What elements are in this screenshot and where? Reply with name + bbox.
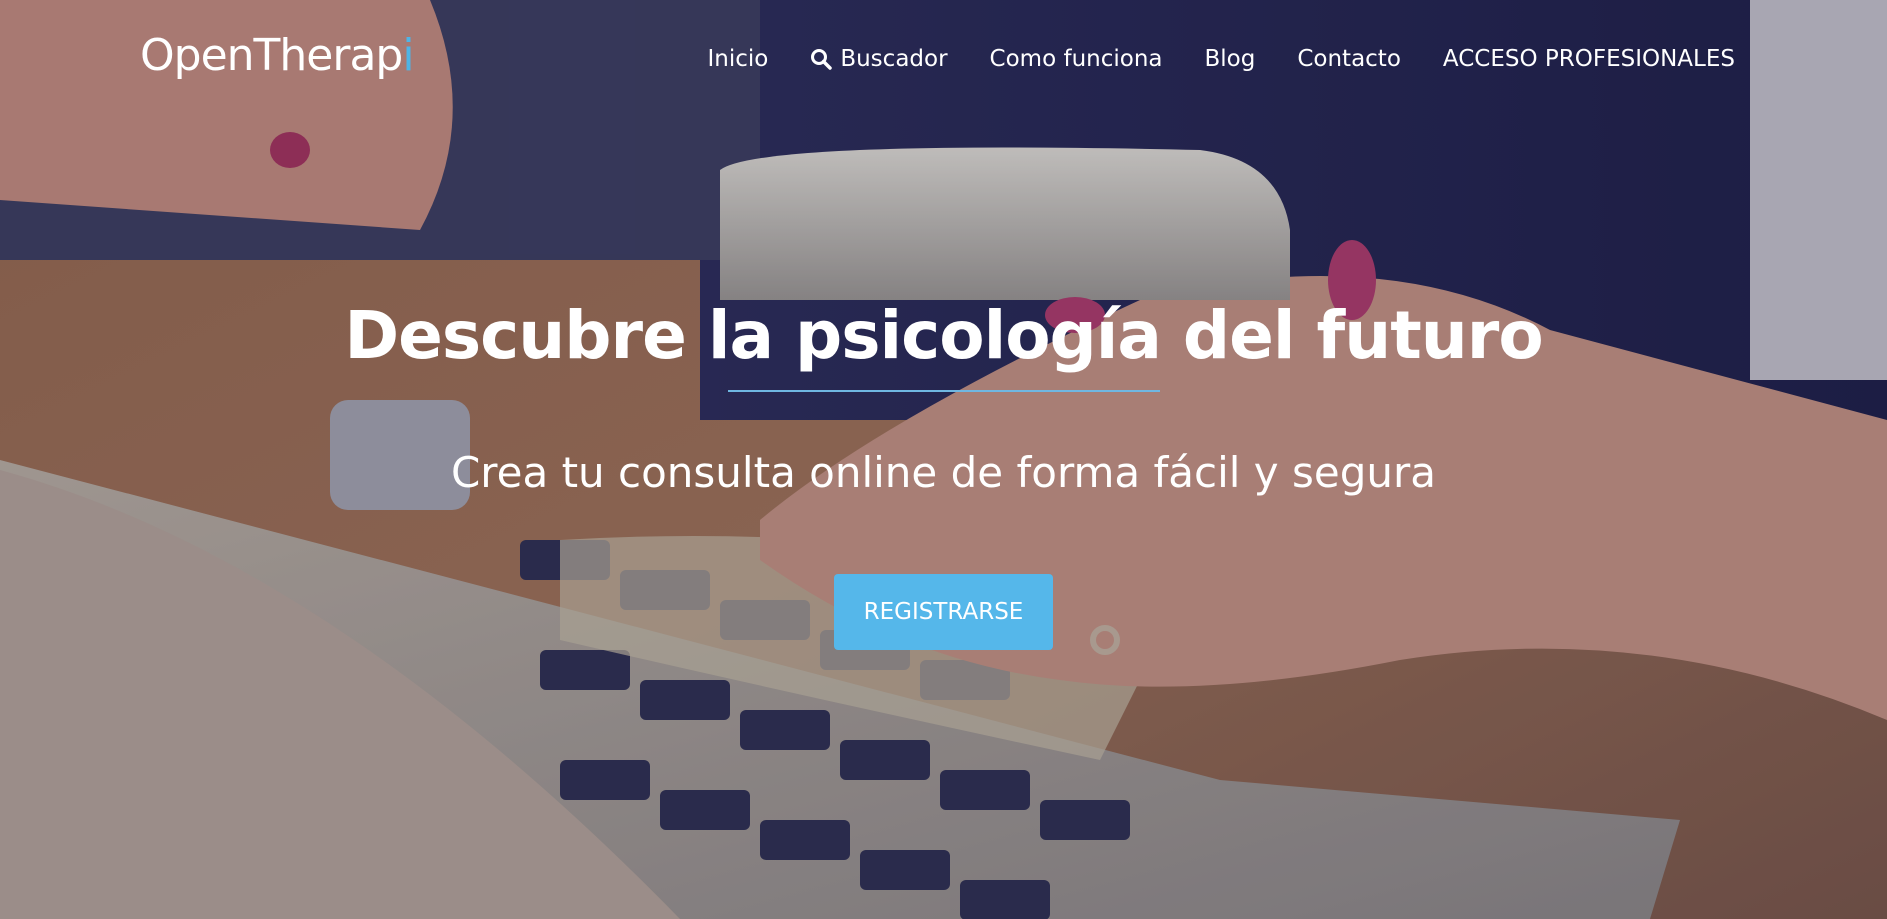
nav-item-como-funciona[interactable]: Como funciona — [990, 46, 1163, 72]
nav-item-label: Inicio — [707, 46, 769, 72]
logo[interactable]: OpenTherapi — [140, 30, 415, 81]
hero-subheadline: Crea tu consulta online de forma fácil y… — [450, 448, 1436, 497]
nav-item-label: Blog — [1204, 46, 1256, 72]
nav-item-blog[interactable]: Blog — [1205, 46, 1256, 72]
nav-item-label: ACCESO PROFESIONALES — [1442, 46, 1735, 72]
hero-section: OpenTherapi Inicio Buscador Como funcion… — [0, 0, 1887, 919]
nav-item-contacto[interactable]: Contacto — [1297, 46, 1401, 72]
nav-item-label: Contacto — [1297, 46, 1401, 72]
logo-text: OpenTherap — [140, 30, 403, 81]
nav-item-buscador[interactable]: Buscador — [810, 46, 948, 72]
main-nav: Inicio Buscador Como funciona Blog Conta… — [707, 46, 1735, 72]
search-icon — [810, 48, 833, 70]
navbar: OpenTherapi Inicio Buscador Como funcion… — [0, 0, 1887, 120]
register-button[interactable]: REGISTRARSE — [834, 574, 1053, 650]
nav-item-acceso-profesionales[interactable]: ACCESO PROFESIONALES — [1443, 46, 1735, 72]
hero-headline: Descubre la psicología del futuro — [344, 297, 1543, 374]
logo-text-accent: i — [402, 30, 414, 81]
nav-item-label: Buscador — [840, 46, 948, 72]
headline-divider — [727, 390, 1160, 392]
hero-content: Descubre la psicología del futuro Crea t… — [0, 290, 1887, 650]
nav-item-inicio[interactable]: Inicio — [707, 46, 768, 72]
nav-item-label: Como funciona — [989, 46, 1163, 72]
